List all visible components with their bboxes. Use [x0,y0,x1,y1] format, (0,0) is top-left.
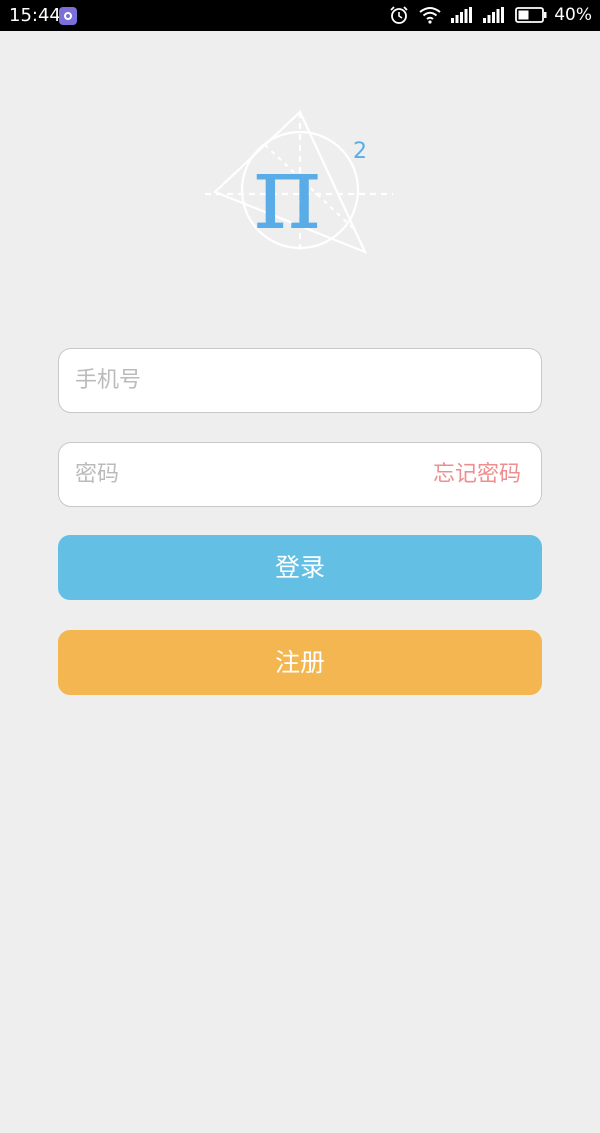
forgot-password-link[interactable]: 忘记密码 [433,443,521,506]
status-icons: 40% [379,4,592,26]
status-bar: 15:44 40% [0,0,600,31]
alarm-icon [389,5,409,25]
pi-squared-logo-icon: π 2 [205,110,393,255]
password-field[interactable]: 忘记密码 [58,442,542,507]
logo-pi-symbol: π [253,131,321,253]
register-button[interactable]: 注册 [58,630,542,695]
battery-percent: 40% [554,4,592,25]
app-notification-icon [59,7,77,25]
app-logo: π 2 [205,110,395,260]
signal-icon [451,7,473,23]
phone-input[interactable] [75,349,405,412]
wifi-icon [419,6,441,24]
phone-field[interactable] [58,348,542,413]
logo-superscript: 2 [353,139,367,164]
password-input[interactable] [75,443,405,506]
status-time: 15:44 [9,5,61,26]
signal-icon [483,7,505,23]
battery-icon [515,7,547,23]
login-button[interactable]: 登录 [58,535,542,600]
